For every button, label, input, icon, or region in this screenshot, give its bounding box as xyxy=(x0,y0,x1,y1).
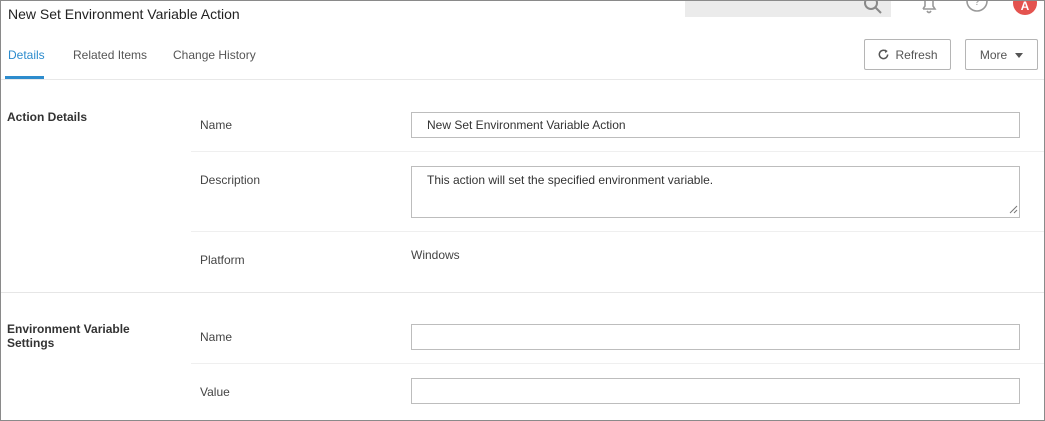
tab-change-history[interactable]: Change History xyxy=(173,48,256,62)
tabs-divider xyxy=(1,79,1044,80)
refresh-icon xyxy=(879,49,889,60)
svg-text:?: ? xyxy=(974,0,980,8)
section-divider xyxy=(1,292,1044,293)
more-button[interactable]: More xyxy=(965,39,1038,70)
search-box[interactable] xyxy=(685,1,891,17)
search-icon[interactable] xyxy=(863,0,883,15)
tab-details[interactable]: Details xyxy=(8,48,45,62)
row-divider xyxy=(191,151,1044,152)
refresh-button[interactable]: Refresh xyxy=(864,39,951,70)
section-title-line: Environment Variable xyxy=(7,322,130,336)
app-window: New Set Environment Variable Action ? A … xyxy=(0,0,1045,421)
description-textarea[interactable]: This action will set the specified envir… xyxy=(411,166,1020,218)
variable-name-input[interactable] xyxy=(411,324,1020,350)
refresh-label: Refresh xyxy=(895,47,938,62)
page-title: New Set Environment Variable Action xyxy=(8,6,240,22)
tab-related-items[interactable]: Related Items xyxy=(73,48,147,62)
platform-value: Windows xyxy=(411,248,460,262)
action-name-input[interactable] xyxy=(411,112,1020,138)
avatar[interactable]: A xyxy=(1013,1,1037,15)
variable-value-input[interactable] xyxy=(411,378,1020,404)
variable-name-label: Name xyxy=(200,330,233,344)
action-name-label: Name xyxy=(200,118,233,132)
variable-value-label: Value xyxy=(200,385,230,399)
chevron-down-icon xyxy=(1015,53,1024,58)
section-title-action-details: Action Details xyxy=(7,110,88,124)
section-title-environment-variable-settings: Environment Variable Settings xyxy=(7,322,130,350)
description-label: Description xyxy=(200,173,261,187)
more-label: More xyxy=(979,47,1008,62)
section-title-line: Settings xyxy=(7,336,55,350)
platform-label: Platform xyxy=(200,253,245,267)
row-divider xyxy=(191,231,1044,232)
resize-handle-icon[interactable] xyxy=(1009,205,1018,214)
row-divider xyxy=(191,363,1044,364)
bell-icon[interactable] xyxy=(919,0,939,15)
help-icon[interactable]: ? xyxy=(965,0,989,15)
